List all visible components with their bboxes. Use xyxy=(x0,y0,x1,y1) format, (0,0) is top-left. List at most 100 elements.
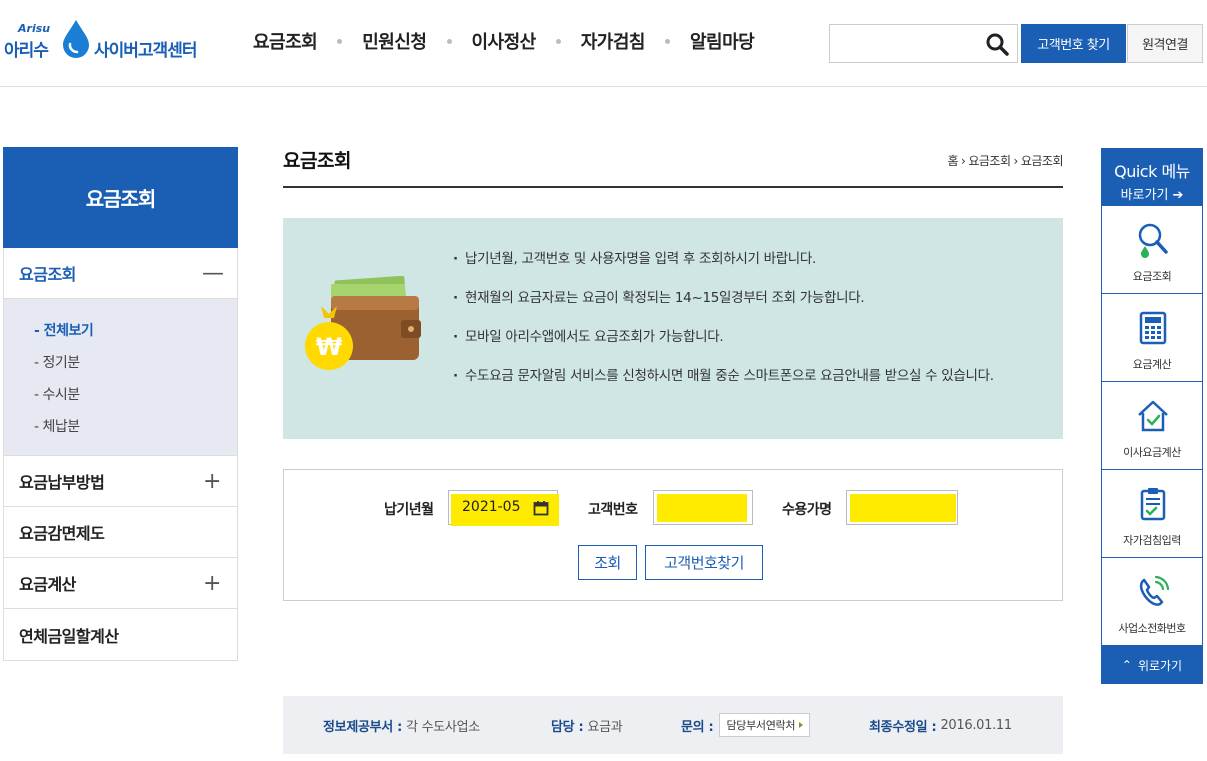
sidebar-item-label: 요금납부방법 xyxy=(19,473,105,492)
gnb-item-complaint[interactable]: 민원신청 xyxy=(362,28,427,54)
gnb-item-bill[interactable]: 요금조회 xyxy=(253,28,318,54)
site-logo[interactable]: Arisu 아리수 사이버고객센터 xyxy=(4,14,204,64)
quick-menu: Quick 메뉴 바로가기 ➔ 요금조회 요금계산 이사요금계산 자가검침입력 … xyxy=(1101,148,1203,684)
info-manager-label: 담당 : xyxy=(551,720,584,735)
info-provider-label: 정보제공부서 : xyxy=(323,720,403,735)
info-provider-value: 각 수도사업소 xyxy=(406,720,480,735)
quick-item-bill-inquiry[interactable]: 요금조회 xyxy=(1101,206,1203,294)
expand-icon[interactable]: + xyxy=(202,571,222,596)
quick-item-office-phone[interactable]: 사업소전화번호 xyxy=(1101,558,1203,646)
info-modified-label: 최종수정일 : xyxy=(869,720,937,735)
user-name-label: 수용가명 xyxy=(782,502,832,518)
sidebar-item-label: 연체금일할계산 xyxy=(19,626,119,646)
quick-item-label: 요금조회 xyxy=(1132,270,1172,283)
sidebar-item-label: 요금계산 xyxy=(19,575,76,594)
logo-en: Arisu xyxy=(18,22,51,35)
info-inquiry-label: 문의 : xyxy=(681,719,714,735)
info-item: 모바일 아리수앱에서도 요금조회가 가능합니다. xyxy=(453,328,1043,347)
header: Arisu 아리수 사이버고객센터 요금조회 민원신청 이사정산 자가검침 알림… xyxy=(0,0,1207,87)
sidebar-sub-item-overdue[interactable]: - 체납분 xyxy=(34,411,237,443)
quick-item-label: 이사요금계산 xyxy=(1123,446,1181,459)
form-buttons: 조회 고객번호찾기 xyxy=(284,545,1062,581)
calendar-icon[interactable] xyxy=(533,500,549,516)
sidebar-item-reduction[interactable]: 요금감면제도 xyxy=(4,507,237,558)
sidebar-item-label: 요금감면제도 xyxy=(19,524,105,543)
breadcrumb-current: 요금조회 xyxy=(1020,154,1064,168)
sidebar-title: 요금조회 xyxy=(3,147,238,248)
remote-connect-button[interactable]: 원격연결 xyxy=(1127,24,1203,63)
scroll-top-button[interactable]: ⌃ 위로가기 xyxy=(1101,646,1203,684)
page-info-bar: 정보제공부서 : 각 수도사업소 담당 : 요금과 문의 : 담당부서연락처 최… xyxy=(283,696,1063,754)
info-inquiry: 문의 : 담당부서연락처 xyxy=(681,713,811,737)
nav-divider xyxy=(665,38,670,44)
sidebar-item-calculation[interactable]: 요금계산 + xyxy=(4,558,237,609)
nav-divider xyxy=(337,38,343,44)
find-customer-number-button[interactable]: 고객번호찾기 xyxy=(645,545,763,580)
info-item: 수도요금 문자알림 서비스를 신청하시면 매월 중순 스마트폰으로 요금안내를 … xyxy=(453,367,1043,386)
sidebar-sub-item-all[interactable]: - 전체보기 xyxy=(34,315,237,347)
wallet-icon: ₩ xyxy=(305,276,421,370)
collapse-icon[interactable]: — xyxy=(202,261,224,286)
department-contact-button[interactable]: 담당부서연락처 xyxy=(719,713,811,737)
find-customer-number-button[interactable]: 고객번호 찾기 xyxy=(1021,24,1126,63)
breadcrumb-home[interactable]: 홈 xyxy=(947,152,958,169)
info-modified-value: 2016.01.11 xyxy=(940,718,1012,733)
info-manager-value: 요금과 xyxy=(587,720,623,735)
gnb-item-notice[interactable]: 알림마당 xyxy=(690,28,755,54)
user-name-field[interactable] xyxy=(846,490,958,525)
sidebar-item-label: 요금조회 xyxy=(19,265,76,284)
sidebar-sub-item-regular[interactable]: - 정기분 xyxy=(34,347,237,379)
highlight-mark xyxy=(657,494,747,522)
search-icon[interactable] xyxy=(985,32,1009,56)
info-item: 현재월의 요금자료는 요금이 확정되는 14~15일경부터 조회 가능합니다. xyxy=(453,289,1043,308)
customer-number-field[interactable] xyxy=(653,490,753,525)
sidebar-menu: 요금조회 — - 전체보기 - 정기분 - 수시분 - 체납분 요금납부방법 +… xyxy=(3,248,238,661)
quick-item-moving-calc[interactable]: 이사요금계산 xyxy=(1101,382,1203,470)
water-drop-icon xyxy=(63,20,89,58)
department-contact-label: 담당부서연락처 xyxy=(726,719,796,732)
info-item: 납기년월, 고객번호 및 사용자명을 입력 후 조회하시기 바랍니다. xyxy=(453,250,1043,269)
arrow-right-icon xyxy=(799,722,804,728)
month-field[interactable]: 2021-05 xyxy=(448,490,559,526)
search-form: 납기년월 2021-05 고객번호 수용가명 조회 고객번호찾기 xyxy=(283,469,1063,601)
quick-menu-subtitle: 바로가기 ➔ xyxy=(1120,188,1184,203)
search-button[interactable]: 조회 xyxy=(578,545,637,580)
won-symbol: ₩ xyxy=(316,333,343,361)
sidebar-item-bill-inquiry[interactable]: 요금조회 — xyxy=(4,248,237,299)
title-divider xyxy=(283,186,1063,188)
search-input[interactable] xyxy=(829,24,1018,63)
quick-item-self-reading[interactable]: 자가검침입력 xyxy=(1101,470,1203,558)
quick-item-calculation[interactable]: 요금계산 xyxy=(1101,294,1203,382)
customer-number-label: 고객번호 xyxy=(588,502,638,518)
nav-divider xyxy=(446,38,452,44)
sidebar-item-payment-method[interactable]: 요금납부방법 + xyxy=(4,456,237,507)
form-row: 납기년월 2021-05 고객번호 수용가명 xyxy=(284,490,1062,528)
sidebar-item-late-fee[interactable]: 연체금일할계산 xyxy=(4,609,237,660)
sidebar-sub-item-occasional[interactable]: - 수시분 xyxy=(34,379,237,411)
sidebar-submenu: - 전체보기 - 정기분 - 수시분 - 체납분 xyxy=(4,299,237,456)
info-modified: 최종수정일 : 2016.01.11 xyxy=(869,716,1012,735)
calculator-icon xyxy=(1139,311,1167,345)
info-manager: 담당 : 요금과 xyxy=(551,716,623,735)
quick-item-label: 자가검침입력 xyxy=(1123,534,1181,547)
info-provider: 정보제공부서 : 각 수도사업소 xyxy=(323,716,480,735)
gnb-item-self-reading[interactable]: 자가검침 xyxy=(581,28,646,54)
chevron-right-icon: › xyxy=(961,153,966,168)
page-title: 요금조회 xyxy=(283,150,351,172)
phone-icon xyxy=(1139,575,1170,606)
quick-menu-title: Quick 메뉴 xyxy=(1114,162,1190,181)
gnb-item-moving[interactable]: 이사정산 xyxy=(472,28,537,54)
nav-divider xyxy=(555,38,561,44)
quick-item-label: 사업소전화번호 xyxy=(1118,622,1186,635)
highlight-mark xyxy=(850,494,956,522)
quick-menu-header: Quick 메뉴 바로가기 ➔ xyxy=(1101,148,1203,206)
info-list: 납기년월, 고객번호 및 사용자명을 입력 후 조회하시기 바랍니다. 현재월의… xyxy=(453,250,1043,406)
house-check-icon xyxy=(1138,400,1168,432)
scroll-top-label: 위로가기 xyxy=(1137,658,1183,673)
global-nav: 요금조회 민원신청 이사정산 자가검침 알림마당 xyxy=(253,28,755,54)
breadcrumb-item[interactable]: 요금조회 xyxy=(968,152,1011,169)
chevron-up-icon: ⌃ xyxy=(1121,658,1132,672)
expand-icon[interactable]: + xyxy=(202,469,222,494)
magnifier-drop-icon xyxy=(1138,223,1168,258)
month-label: 납기년월 xyxy=(384,502,434,518)
